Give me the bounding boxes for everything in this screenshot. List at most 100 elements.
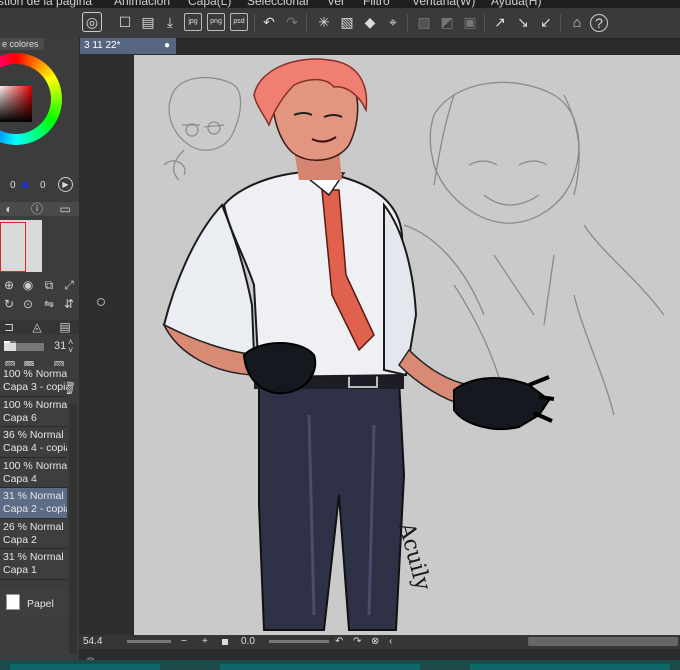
menu-help[interactable]: Ayuda(H) <box>491 0 541 8</box>
horizontal-scrollbar-thumb[interactable] <box>528 637 678 646</box>
layer-scrollbar[interactable] <box>69 404 77 654</box>
undo-icon[interactable]: ↶ <box>259 12 279 32</box>
app-logo-icon[interactable]: ◎ <box>82 12 102 32</box>
play-icon[interactable]: ▶ <box>58 177 73 192</box>
rotate-left-icon[interactable]: ↶ <box>335 636 343 647</box>
layer-item[interactable]: 100 % Normal Capa 4 <box>0 457 67 488</box>
layer-mode: 36 % Normal <box>3 429 64 441</box>
flip-v-icon[interactable]: ⇵ <box>62 297 76 311</box>
fit-icon[interactable]: ⧉ <box>42 278 56 292</box>
selection-frame-icon[interactable]: ▣ <box>460 12 480 32</box>
rotate-right-icon[interactable]: ↷ <box>353 636 361 647</box>
save-icon[interactable]: ⤓ <box>160 12 180 32</box>
drawing-canvas[interactable]: Acuily <box>134 55 680 635</box>
menu-page[interactable]: stión de la página <box>0 0 92 8</box>
paper-layer[interactable]: Papel <box>0 588 67 618</box>
layer-list: 100 % Normal Capa 3 - copia 100 % Normal C… <box>0 366 67 580</box>
expand-icon[interactable]: ⤢ <box>62 278 76 292</box>
rotate-reset-icon[interactable]: ⊗ <box>371 636 379 647</box>
layer-tab-icon[interactable]: ▤ <box>58 320 72 334</box>
rotation-value[interactable]: 0.0 <box>241 636 255 647</box>
layer-mode: 31 % Normal <box>3 551 64 563</box>
learn-icon[interactable]: ⌂ <box>567 12 587 32</box>
export-png-button[interactable]: png <box>207 13 225 31</box>
navigator-toolbar: ◐ ⓘ ▭ <box>0 202 79 216</box>
layer-name: Capa 1 <box>3 564 37 576</box>
document-tab-title: 3 11 22* <box>84 40 121 51</box>
zoom-value[interactable]: 54.4 <box>83 636 102 647</box>
layer-search-icon[interactable]: ◬ <box>30 320 44 334</box>
color-wheel-tab[interactable]: e colores <box>0 38 44 50</box>
export-psd-button[interactable]: psd <box>230 13 248 31</box>
transform-icon[interactable]: ⌖ <box>383 12 403 32</box>
rotate-controls: ↻ ⊙ ⇋ ⇵ <box>0 297 79 315</box>
export-jpg-button[interactable]: jpg <box>184 13 202 31</box>
menu-bar: stión de la página Animación Capa(L) Sel… <box>0 0 680 8</box>
new-file-icon[interactable]: ☐ <box>115 12 135 32</box>
menu-view[interactable]: Ver <box>327 0 345 8</box>
info-icon[interactable]: ⓘ <box>30 202 44 216</box>
layer-item[interactable]: 36 % Normal Capa 4 - copia <box>0 427 67 458</box>
color-value-left: 0 <box>10 180 16 191</box>
layer-name: Capa 6 <box>3 411 37 424</box>
layer-mode: 100 % Normal <box>3 398 67 411</box>
loading-icon[interactable]: ✳ <box>314 12 334 32</box>
menu-filter[interactable]: Filtro <box>363 0 390 8</box>
zoom-reset-icon[interactable] <box>222 639 228 645</box>
grid-snap-icon[interactable]: ↙ <box>536 12 556 32</box>
layer-item[interactable]: 100 % Normal Capa 6 <box>0 396 67 427</box>
menu-select[interactable]: Seleccionar <box>247 0 310 8</box>
open-file-icon[interactable]: ▤ <box>138 12 158 32</box>
layer-item[interactable]: 31 % Normal Capa 1 <box>0 549 67 580</box>
reset-rotate-icon[interactable]: ⊙ <box>21 297 35 311</box>
color-square[interactable] <box>0 86 32 122</box>
layer-property-icon[interactable]: ⊐ <box>2 320 16 334</box>
layer-name: Capa 4 <box>3 472 37 485</box>
zoom-in-icon[interactable]: ⊕ <box>2 278 16 292</box>
opacity-stepper-icon[interactable]: ˄ ˅ <box>68 338 73 355</box>
scroll-left-icon[interactable]: ‹ <box>389 636 392 647</box>
fill-icon[interactable]: ◆ <box>360 12 380 32</box>
layer-mode: 31 % Normal <box>3 490 64 502</box>
zoom-in-button[interactable]: + <box>202 636 208 647</box>
menu-layer[interactable]: Capa(L) <box>188 0 231 8</box>
command-bar: ◎ ☐ ▤ ⤓ jpg png psd ↶ ↷ ✳ ▧ ◆ ⌖ ▨ ◩ ▣ ↗ … <box>0 8 680 39</box>
zoom-out-button[interactable]: − <box>181 636 187 647</box>
color-indicator <box>22 182 28 188</box>
redo-icon[interactable]: ↷ <box>282 12 302 32</box>
close-tab-icon[interactable]: ● <box>164 38 170 54</box>
rotate-icon[interactable]: ↻ <box>2 297 16 311</box>
rotation-slider[interactable] <box>269 640 329 643</box>
navigator-viewport-frame[interactable] <box>0 222 26 272</box>
clear-icon[interactable]: ▧ <box>337 12 357 32</box>
document-tab[interactable]: 3 11 22* ● <box>80 38 176 54</box>
main-figure <box>162 58 555 631</box>
layer-mode: 100 % Normal <box>3 459 67 472</box>
opacity-value[interactable]: 31 <box>54 340 66 352</box>
color-value-right: 0 <box>40 180 46 191</box>
zoom-slider[interactable] <box>127 640 171 643</box>
layer-name: Capa 3 - copia <box>3 381 67 393</box>
stop-icon[interactable]: ◉ <box>21 278 35 292</box>
collapse-handle-icon[interactable] <box>97 298 105 306</box>
special-ruler-snap-icon[interactable]: ↘ <box>513 12 533 32</box>
help-icon[interactable]: ? <box>590 14 608 32</box>
layer-name: Capa 2 <box>3 533 37 546</box>
invert-selection-icon[interactable]: ◩ <box>437 12 457 32</box>
zoom-icon[interactable]: ◐ <box>2 202 16 216</box>
hide-selection-icon[interactable]: ▨ <box>414 12 434 32</box>
layer-item[interactable]: 100 % Normal Capa 3 - copia <box>0 366 67 397</box>
flip-h-icon[interactable]: ⇋ <box>42 297 56 311</box>
artwork: Acuily <box>162 58 665 631</box>
menu-window[interactable]: Ventana(W) <box>412 0 475 8</box>
ruler-snap-icon[interactable]: ↗ <box>490 12 510 32</box>
paper-label: Papel <box>27 598 54 610</box>
layer-name: Capa 4 - copia <box>3 442 67 454</box>
opacity-slider-fill[interactable] <box>4 343 16 351</box>
frame-icon[interactable]: ▭ <box>58 202 72 216</box>
layer-item[interactable]: 26 % Normal Capa 2 <box>0 518 67 549</box>
layer-item-selected[interactable]: 31 % Normal Capa 2 - copia <box>0 488 67 519</box>
sketch-left <box>163 76 242 181</box>
menu-animation[interactable]: Animación <box>114 0 170 8</box>
navigator-controls: ⊕ ◉ ⧉ ⤢ <box>0 278 79 296</box>
